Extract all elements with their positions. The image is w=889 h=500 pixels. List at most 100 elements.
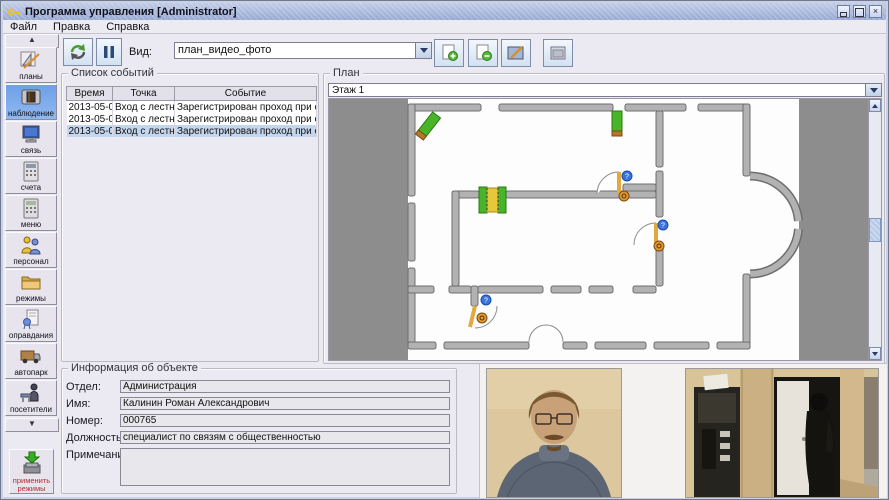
name-field[interactable] [120, 397, 450, 410]
floor-plan-canvas[interactable]: ? ? ? [328, 98, 882, 361]
svg-text:?: ? [661, 223, 665, 230]
turnstile-icon[interactable] [479, 187, 506, 213]
edit-view-button[interactable] [501, 39, 531, 67]
plan-scrollbar[interactable] [868, 99, 881, 360]
event-time: 2013-05-0... [67, 101, 113, 114]
close-button[interactable]: × [869, 5, 882, 18]
pause-button[interactable] [96, 38, 122, 66]
event-row[interactable]: 2013-05-0... Вход с лестницы Зарегистрир… [67, 113, 317, 125]
scroll-up-button[interactable] [869, 99, 881, 112]
sidebar-item-vehicles[interactable]: автопарк [5, 343, 57, 379]
view-label: Вид: [129, 46, 152, 58]
view-combobox-arrow[interactable] [415, 43, 431, 58]
scroll-down-button[interactable] [869, 347, 881, 360]
refresh-button[interactable] [63, 38, 93, 66]
sidebar-item-label: счета [21, 183, 41, 192]
position-field[interactable] [120, 431, 450, 444]
badge-lock-icon [654, 241, 664, 251]
event-description: Зарегистрирован проход при открыто... [175, 113, 317, 125]
events-title: Список событий [68, 67, 157, 79]
sidebar-item-visitors[interactable]: посетители [5, 380, 57, 416]
floor-plan: ? ? ? [329, 99, 870, 360]
number-field[interactable] [120, 414, 450, 427]
chevron-down-icon [420, 48, 428, 53]
remove-view-button[interactable] [468, 39, 498, 67]
portrait-image [487, 369, 621, 497]
events-column-header[interactable]: Событие [175, 87, 317, 101]
department-field[interactable] [120, 380, 450, 393]
menu-file[interactable]: Файл [10, 21, 37, 33]
sidebar-scroll-down-button[interactable]: ▼ [5, 418, 59, 432]
minimize-button[interactable] [837, 5, 850, 18]
svg-text:?: ? [625, 174, 629, 181]
terminal-icon [18, 197, 44, 220]
sidebar-item-justifications[interactable]: оправдания [5, 306, 57, 342]
events-column-header[interactable]: Точка [113, 87, 175, 101]
document-seal-icon [18, 308, 44, 331]
pause-icon [103, 45, 115, 59]
calculator-icon [18, 160, 44, 183]
maximize-button[interactable] [853, 5, 866, 18]
sidebar-item-label: автопарк [14, 368, 47, 377]
apply-modes-label: применить режимы [10, 477, 53, 493]
badge-lock-icon [619, 191, 629, 201]
sidebar-item-modes[interactable]: режимы [5, 269, 57, 305]
sidebar-item-personnel[interactable]: персонал [5, 232, 57, 268]
apply-modes-button[interactable]: применить режимы [9, 449, 54, 494]
add-view-button[interactable] [434, 39, 464, 67]
sidebar-item-monitoring[interactable]: наблюдение [5, 84, 57, 120]
people-icon [18, 234, 44, 257]
menu-help[interactable]: Справка [106, 21, 149, 33]
sidebar-item-label: посетители [10, 405, 52, 414]
edit-view-icon [506, 43, 526, 63]
titlebar[interactable]: Программа управления [Administrator] × [3, 3, 886, 20]
sidebar-item-menu[interactable]: меню [5, 195, 57, 231]
menubar: Файл Правка Справка [3, 20, 886, 34]
monitoring-icon [18, 86, 44, 109]
sidebar-item-label: оправдания [9, 331, 53, 340]
events-groupbox: Список событий ВремяТочкаСобытие 2013-05… [61, 73, 319, 362]
event-description: Зарегистрирован проход при открыто... [175, 125, 317, 137]
floor-combobox[interactable]: Этаж 1 [328, 83, 882, 97]
close-icon: × [873, 6, 878, 16]
view-combobox-value: план_видео_фото [175, 43, 415, 58]
truck-icon [18, 345, 44, 368]
app-window: Программа управления [Administrator] × Ф… [0, 0, 889, 500]
sidebar-item-plans[interactable]: планы [5, 47, 57, 83]
event-time: 2013-05-0... [67, 125, 113, 137]
layout-button[interactable] [543, 39, 573, 67]
note-field[interactable] [120, 448, 450, 486]
scrollbar-thumb[interactable] [869, 218, 881, 242]
camera-frame-photo [685, 368, 879, 498]
floor-combobox-value: Этаж 1 [329, 84, 865, 96]
minimize-icon [840, 12, 847, 17]
name-label: Имя: [66, 398, 90, 410]
gate-icon[interactable] [612, 111, 622, 136]
sidebar-item-accounts[interactable]: счета [5, 158, 57, 194]
sidebar-item-label: режимы [16, 294, 46, 303]
folder-icon [18, 271, 44, 294]
event-row[interactable]: 2013-05-0... Вход с лестницы Зарегистрир… [67, 101, 317, 114]
event-point: Вход с лестницы [113, 125, 175, 137]
chevron-down-icon [870, 88, 878, 93]
menu-edit[interactable]: Правка [53, 21, 90, 33]
events-table: ВремяТочкаСобытие 2013-05-0... Вход с ле… [66, 86, 317, 137]
sidebar-item-label: наблюдение [8, 109, 54, 118]
floor-combobox-arrow[interactable] [865, 84, 881, 96]
plan-title: План [330, 67, 363, 79]
sidebar-scroll-up-button[interactable]: ▲ [5, 34, 59, 48]
view-combobox[interactable]: план_видео_фото [174, 42, 432, 59]
add-view-icon [439, 43, 459, 63]
triangle-up-icon [872, 104, 878, 108]
apply-chip-icon [17, 451, 47, 477]
sidebar-item-label: связь [21, 146, 41, 155]
triangle-down-icon [872, 352, 878, 356]
event-row[interactable]: 2013-05-0... Вход с лестницы Зарегистрир… [67, 125, 317, 137]
events-column-header[interactable]: Время [67, 87, 113, 101]
sidebar-item-communication[interactable]: связь [5, 121, 57, 157]
photos-panel [479, 363, 887, 498]
window-title: Программа управления [Administrator] [25, 6, 237, 18]
refresh-icon [68, 42, 88, 62]
plan-outside-right [799, 99, 870, 360]
sidebar-item-label: меню [21, 220, 41, 229]
